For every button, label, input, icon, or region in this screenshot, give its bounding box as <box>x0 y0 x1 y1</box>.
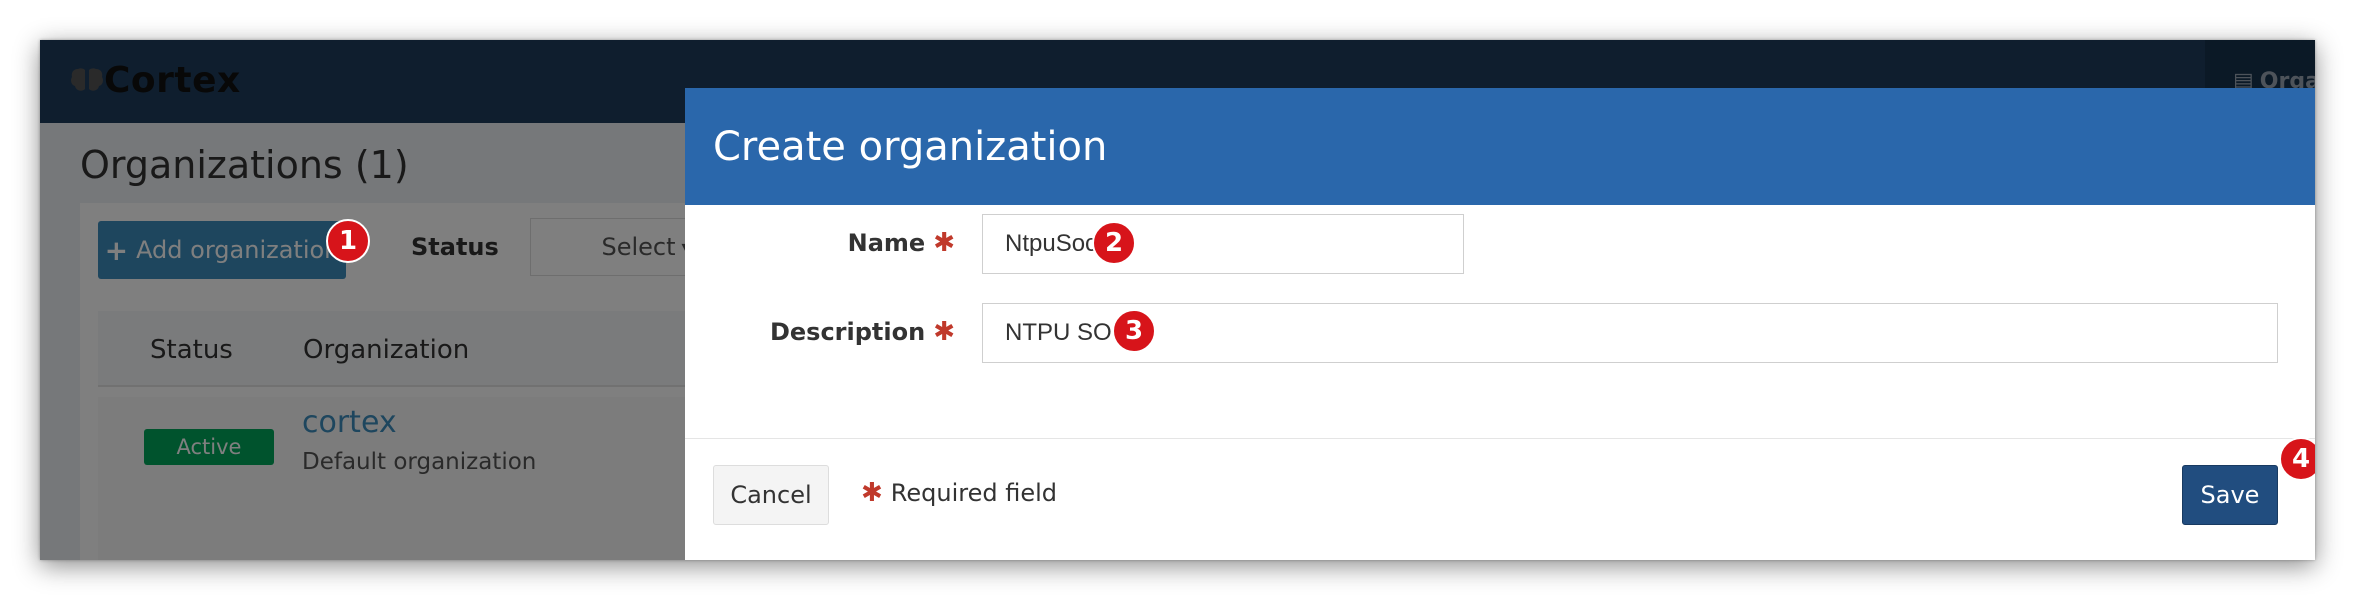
required-star-icon: ✱ <box>933 317 955 347</box>
description-label-text: Description <box>769 318 926 346</box>
browser-window: Cortex ▤ Orga Organizations (1) + Add or… <box>40 40 2315 560</box>
save-button[interactable]: Save <box>2182 465 2278 525</box>
modal-divider <box>685 438 2315 439</box>
name-label-text: Name <box>847 229 926 257</box>
modal-title: Create organization <box>713 123 1108 170</box>
cancel-button[interactable]: Cancel <box>713 465 829 525</box>
required-star-icon: ✱ <box>861 478 883 508</box>
name-input[interactable]: NtpuSoc <box>982 214 1464 274</box>
step-marker-2: 2 <box>1092 221 1136 265</box>
step-marker-1: 1 <box>326 219 370 263</box>
create-organization-modal: Create organization Name ✱ NtpuSoc Descr… <box>685 88 2315 560</box>
required-star-icon: ✱ <box>933 228 955 258</box>
step-marker-3: 3 <box>1112 309 1156 353</box>
required-note-text: Required field <box>890 479 1058 507</box>
required-field-note: ✱ Required field <box>861 478 1057 508</box>
description-field-label: Description ✱ <box>770 317 955 347</box>
step-marker-4: 4 <box>2279 437 2315 481</box>
description-input[interactable]: NTPU SOC <box>982 303 2278 363</box>
modal-header: Create organization <box>685 88 2315 205</box>
name-field-label: Name ✱ <box>848 228 955 258</box>
